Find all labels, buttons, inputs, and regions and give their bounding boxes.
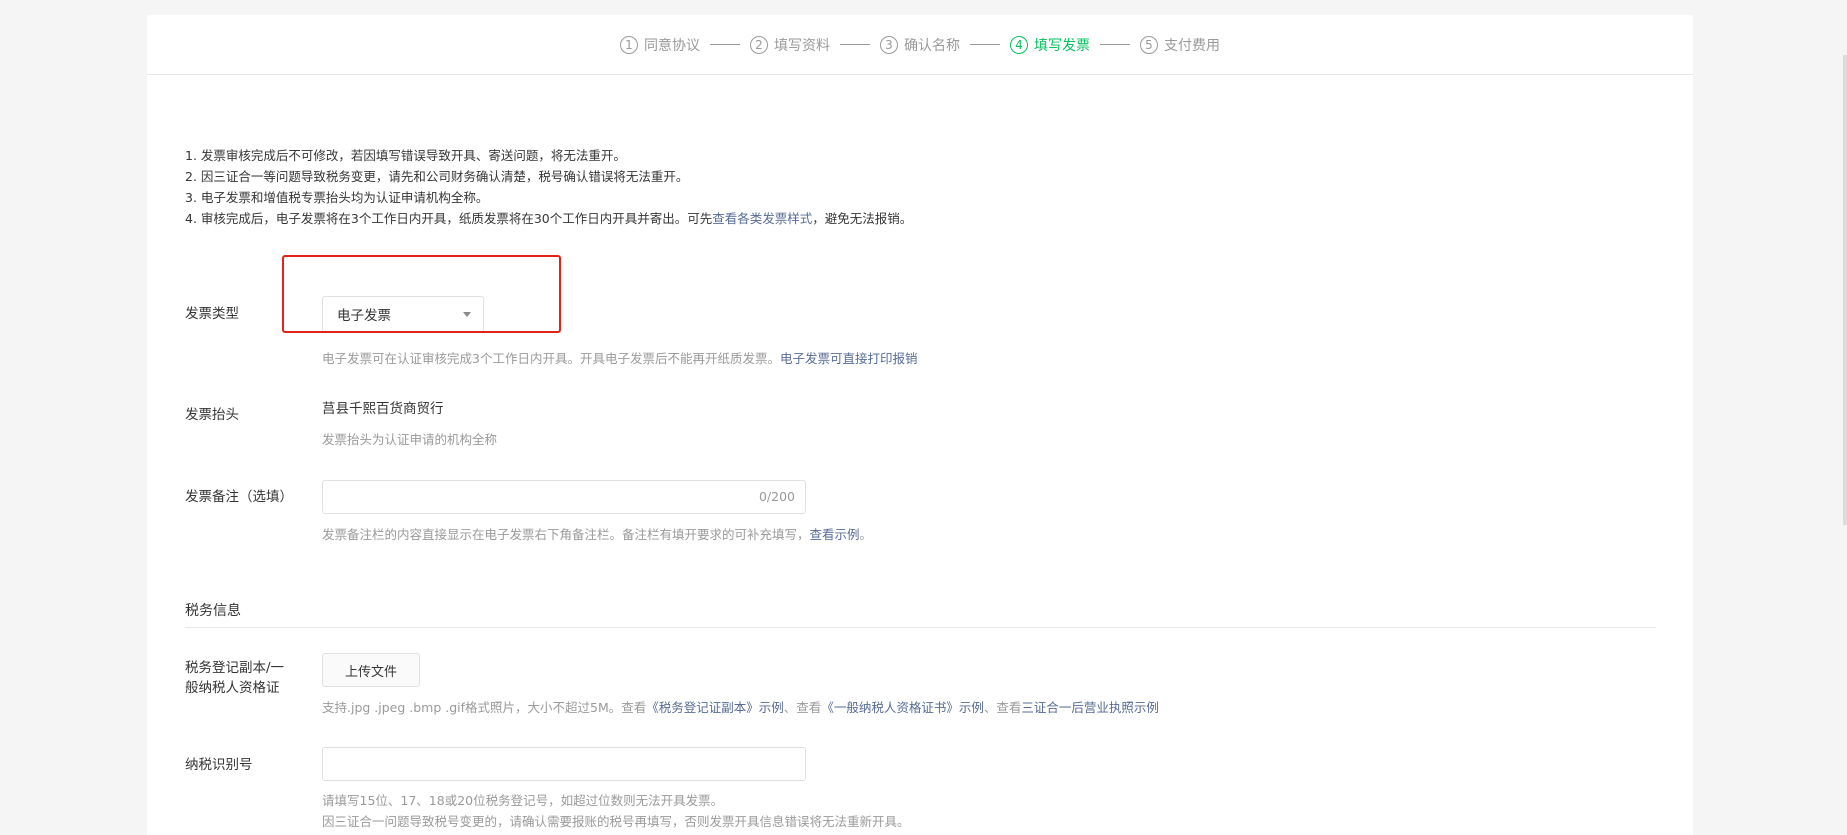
step-divider [970,44,1000,45]
tax-cert-hint-mid: 、查看 [783,700,822,715]
section-divider [185,627,1656,628]
invoice-type-hint-text: 电子发票可在认证审核完成3个工作日内开具。开具电子发票后不能再开纸质发票。 [322,351,780,366]
step-label: 填写资料 [774,37,830,54]
tax-cert-label-line2: 般纳税人资格证 [185,680,280,696]
invoice-remark-input[interactable]: 0/200 [322,480,806,514]
note-2: 2. 因三证合一等问题导致税务变更，请先和公司财务确认清楚，税号确认错误将无法重… [185,169,689,184]
view-example-link[interactable]: 查看示例 [810,527,860,542]
invoice-title-value: 莒县千熙百货商贸行 [322,401,444,417]
invoice-notes: 1. 发票审核完成后不可修改，若因填写错误导致开具、寄送问题，将无法重开。 2.… [185,145,912,229]
step-confirm-name: 3 确认名称 [880,35,960,55]
step-number: 4 [1010,35,1028,54]
note-1: 1. 发票审核完成后不可修改，若因填写错误导致开具、寄送问题，将无法重开。 [185,148,626,163]
tax-cert-hint-text: 支持.jpg .jpeg .bmp .gif格式照片，大小不超过5M。查看 [322,700,647,715]
note-4: 4. 审核完成后，电子发票将在3个工作日内开具，纸质发票将在30个工作日内开具并… [185,208,912,229]
note-4-suffix: ，避免无法报销。 [812,211,913,226]
business-license-example-link[interactable]: 三证合一后营业执照示例 [1021,700,1159,715]
highlight-box [282,255,561,333]
invoice-remark-hint: 发票备注栏的内容直接显示在电子发票右下角备注栏。备注栏有填开要求的可补充填写，查… [322,525,872,545]
tax-id-hint-2: 因三证合一问题导致税号变更的，请确认需要报账的税号再填写，否则发票开具信息错误将… [322,814,910,829]
invoice-title-hint: 发票抬头为认证申请的机构全称 [322,432,498,447]
tax-id-hint-1: 请填写15位、17、18或20位税务登记号，如超过位数则无法开具发票。 [322,793,724,808]
step-divider [1100,44,1130,45]
form-card: 1 同意协议 2 填写资料 3 确认名称 4 填写发票 5 支付费用 1. 发票… [147,15,1693,835]
tax-cert-hint: 支持.jpg .jpeg .bmp .gif格式照片，大小不超过5M。查看《税务… [322,698,1159,718]
step-label: 填写发票 [1034,37,1090,54]
tax-id-input[interactable] [322,747,806,781]
tax-id-label: 纳税识别号 [185,757,253,773]
tax-cert-hint-sep: 、查看 [983,700,1022,715]
progress-steps: 1 同意协议 2 填写资料 3 确认名称 4 填写发票 5 支付费用 [147,15,1693,75]
step-label: 确认名称 [904,37,960,54]
invoice-type-hint: 电子发票可在认证审核完成3个工作日内开具。开具电子发票后不能再开纸质发票。电子发… [322,349,917,369]
tax-cert-label: 税务登记副本/一 般纳税人资格证 [185,658,284,698]
step-agree: 1 同意协议 [620,35,700,55]
step-number: 2 [750,35,768,54]
remark-hint-text: 发票备注栏的内容直接显示在电子发票右下角备注栏。备注栏有填开要求的可补充填写， [322,527,810,542]
view-invoice-styles-link[interactable]: 查看各类发票样式 [712,211,812,226]
note-4-text: 4. 审核完成后，电子发票将在3个工作日内开具，纸质发票将在30个工作日内开具并… [185,211,713,226]
step-divider [710,44,740,45]
step-divider [840,44,870,45]
remark-char-counter: 0/200 [758,489,795,504]
step-number: 1 [620,35,638,54]
upload-file-button[interactable]: 上传文件 [322,653,420,687]
step-label: 支付费用 [1164,37,1220,54]
taxpayer-cert-example-link[interactable]: 《一般纳税人资格证书》示例 [821,700,984,715]
step-pay: 5 支付费用 [1140,35,1220,55]
step-number: 3 [880,35,898,54]
tax-section-title: 税务信息 [185,603,241,619]
page-scrollbar[interactable] [1843,55,1847,525]
step-fill-invoice: 4 填写发票 [1010,35,1090,55]
step-label: 同意协议 [644,37,700,54]
remark-hint-suffix: 。 [859,527,873,542]
print-reimburse-link[interactable]: 电子发票可直接打印报销 [780,351,918,366]
tax-registration-example-link[interactable]: 《税务登记证副本》示例 [646,700,784,715]
invoice-remark-label: 发票备注（选填） [185,489,293,505]
step-number: 5 [1140,35,1158,54]
step-fill-info: 2 填写资料 [750,35,830,55]
invoice-type-label: 发票类型 [185,306,239,322]
tax-cert-label-line1: 税务登记副本/一 [185,660,285,676]
invoice-title-label: 发票抬头 [185,407,239,423]
note-3: 3. 电子发票和增值税专票抬头均为认证申请机构全称。 [185,190,489,205]
